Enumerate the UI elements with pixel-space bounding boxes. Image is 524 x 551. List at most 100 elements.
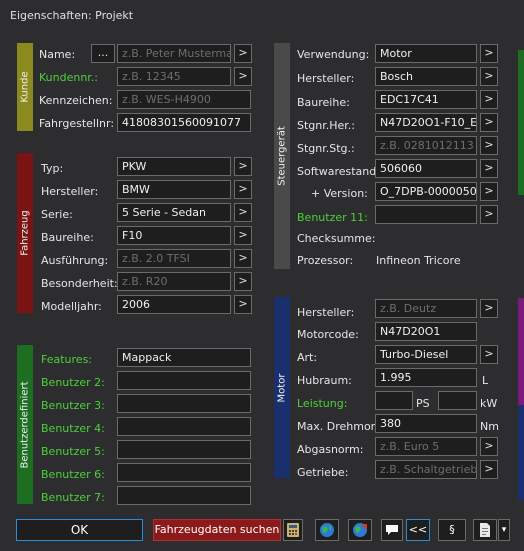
- benutzer6-label: Benutzer 6:: [41, 468, 105, 481]
- benutzer6-input[interactable]: [117, 463, 251, 482]
- leistung-kw-unit: kW: [480, 397, 498, 410]
- typ-label: Typ:: [41, 162, 64, 175]
- document-icon: [480, 523, 490, 537]
- ausfuehrung-more-button[interactable]: >: [234, 249, 252, 268]
- kennzeichen-label: Kennzeichen:: [39, 94, 113, 107]
- benutzer2-input[interactable]: [117, 371, 251, 390]
- hubraum-input[interactable]: 1.995: [375, 368, 477, 387]
- besonderheit-more-button[interactable]: >: [234, 272, 252, 291]
- benutzer11-more-button[interactable]: >: [480, 205, 498, 224]
- right-strip-green: [518, 50, 524, 195]
- group-kunde-label: Kunde: [19, 71, 31, 103]
- sg-baureihe-select[interactable]: EDC17C41: [375, 90, 477, 109]
- checksumme-label: Checksumme:: [297, 232, 376, 245]
- leistung-ps-input[interactable]: [375, 391, 413, 410]
- ausfuehrung-label: Ausführung:: [41, 254, 109, 267]
- leistung-label: Leistung:: [297, 397, 348, 410]
- fz-baureihe-more-button[interactable]: >: [234, 226, 252, 245]
- softwarestand-more-button[interactable]: >: [480, 159, 498, 178]
- kundennr-label: Kundennr.:: [39, 71, 99, 84]
- typ-more-button[interactable]: >: [234, 157, 252, 176]
- fz-baureihe-select[interactable]: F10: [117, 226, 231, 245]
- fz-hersteller-more-button[interactable]: >: [234, 180, 252, 199]
- fz-hersteller-select[interactable]: BMW: [117, 180, 231, 199]
- ausfuehrung-input[interactable]: z.B. 2.0 TFSI: [117, 249, 231, 268]
- stgnr-stg-input[interactable]: z.B. 0281012113: [375, 136, 477, 155]
- collapse-button[interactable]: <<: [406, 519, 430, 541]
- motorcode-input[interactable]: N47D20O1: [375, 322, 477, 341]
- verwendung-select[interactable]: Motor: [375, 44, 477, 63]
- fahrgestellnr-input[interactable]: 41808301560091077: [117, 113, 251, 132]
- getriebe-more-button[interactable]: >: [480, 460, 498, 479]
- drehmom-label: Max. Drehmom.: [297, 420, 385, 433]
- name-more-button[interactable]: >: [234, 44, 252, 63]
- serie-select[interactable]: 5 Serie - Sedan: [117, 203, 231, 222]
- motor-hersteller-more-button[interactable]: >: [480, 299, 498, 318]
- hubraum-unit: L: [482, 374, 489, 387]
- leistung-ps-unit: PS: [416, 397, 430, 410]
- abgasnorm-more-button[interactable]: >: [480, 437, 498, 456]
- prozessor-value: Infineon Tricore: [376, 254, 461, 267]
- group-motor: Motor: [274, 297, 290, 478]
- benutzer7-input[interactable]: [117, 486, 251, 505]
- drehmom-unit: Nm: [480, 420, 499, 433]
- benutzer3-input[interactable]: [117, 394, 251, 413]
- stgnr-her-more-button[interactable]: >: [480, 113, 498, 132]
- benutzer4-input[interactable]: [117, 417, 251, 436]
- verwendung-more-button[interactable]: >: [480, 44, 498, 63]
- art-more-button[interactable]: >: [480, 345, 498, 364]
- kundennr-input[interactable]: z.B. 12345: [117, 67, 231, 86]
- sg-hersteller-more-button[interactable]: >: [480, 67, 498, 86]
- name-dots-button[interactable]: ...: [91, 44, 115, 63]
- name-input[interactable]: z.B. Peter Mustermann: [117, 44, 231, 63]
- document-button[interactable]: [473, 519, 497, 541]
- benutzer7-label: Benutzer 7:: [41, 491, 105, 504]
- softwarestand-input[interactable]: 506060: [375, 159, 477, 178]
- version-input[interactable]: O_7DPB-00000500-: [375, 182, 477, 201]
- benutzer11-input[interactable]: [375, 205, 477, 224]
- group-steuergeraet: Steuergerät: [274, 43, 290, 269]
- globe-arrow-icon: [353, 523, 367, 537]
- group-benutzerdefiniert: Benutzerdefiniert: [17, 345, 33, 504]
- art-label: Art:: [297, 351, 318, 364]
- getriebe-input[interactable]: z.B. Schaltgetriebe: [375, 460, 477, 479]
- update-button[interactable]: [348, 519, 372, 541]
- web-search-button[interactable]: [315, 519, 339, 541]
- abgasnorm-input[interactable]: z.B. Euro 5: [375, 437, 477, 456]
- version-more-button[interactable]: >: [480, 182, 498, 201]
- fz-baureihe-label: Baureihe:: [41, 231, 94, 244]
- serie-label: Serie:: [41, 208, 73, 221]
- sg-baureihe-more-button[interactable]: >: [480, 90, 498, 109]
- drehmom-input[interactable]: 380: [375, 414, 477, 433]
- calculator-button[interactable]: [283, 519, 303, 541]
- benutzer5-input[interactable]: [117, 440, 251, 459]
- leistung-kw-input[interactable]: [438, 391, 477, 410]
- title-bar: Eigenschaften: Projekt: [0, 0, 524, 30]
- benutzer4-label: Benutzer 4:: [41, 422, 105, 435]
- fahrzeugdaten-suchen-button[interactable]: Fahrzeugdaten suchen: [153, 519, 281, 541]
- besonderheit-input[interactable]: z.B. R20: [117, 272, 231, 291]
- modelljahr-more-button[interactable]: >: [234, 295, 252, 314]
- kennzeichen-input[interactable]: z.B. WES-H4900: [117, 90, 251, 109]
- kundennr-more-button[interactable]: >: [234, 67, 252, 86]
- serie-more-button[interactable]: >: [234, 203, 252, 222]
- art-select[interactable]: Turbo-Diesel: [375, 345, 477, 364]
- ok-button[interactable]: OK: [16, 519, 143, 541]
- comment-button[interactable]: [381, 519, 403, 541]
- stgnr-stg-label: Stgnr.Stg.:: [297, 142, 355, 155]
- right-strip-magenta: [518, 298, 524, 408]
- softwarestand-label: Softwarestand:: [297, 165, 380, 178]
- sg-hersteller-select[interactable]: Bosch: [375, 67, 477, 86]
- motor-hersteller-label: Hersteller:: [297, 306, 355, 319]
- features-input[interactable]: Mappack: [117, 348, 251, 367]
- right-strip-blue: [518, 405, 524, 500]
- stgnr-her-input[interactable]: N47D20O1-F10_ECE: [375, 113, 477, 132]
- typ-select[interactable]: PKW: [117, 157, 231, 176]
- paragraph-button[interactable]: §: [438, 519, 466, 541]
- stgnr-stg-more-button[interactable]: >: [480, 136, 498, 155]
- modelljahr-select[interactable]: 2006: [117, 295, 231, 314]
- fahrgestellnr-label: Fahrgestellnr:: [39, 117, 115, 130]
- document-dropdown-button[interactable]: ▾: [498, 519, 510, 541]
- name-label: Name:: [39, 48, 76, 61]
- motor-hersteller-input[interactable]: z.B. Deutz: [375, 299, 477, 318]
